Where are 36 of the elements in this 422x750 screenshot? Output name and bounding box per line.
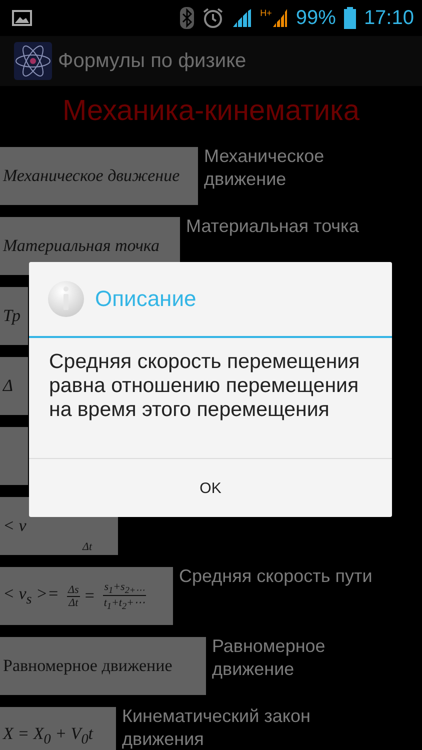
bluetooth-icon	[180, 7, 194, 29]
formula-label[interactable]: Материальная точка	[186, 215, 359, 238]
formula-text: Δt	[82, 541, 92, 553]
formula-label[interactable]: Равномерное движение	[212, 635, 352, 681]
fraction-denominator: Δt	[68, 596, 78, 608]
alarm-icon	[202, 7, 224, 29]
fraction-numerator: Δs	[67, 584, 80, 596]
equals-sign: =	[84, 586, 96, 606]
formula-label[interactable]: Средняя скорость пути	[179, 565, 372, 588]
signal-icon	[232, 8, 252, 28]
formula-text: Тр	[3, 306, 21, 326]
battery-icon	[344, 7, 356, 29]
ok-button[interactable]: OK	[29, 459, 392, 517]
formula-text: Материальная точка	[3, 236, 160, 256]
formula-text: < v	[3, 516, 26, 536]
formula-text: Равномерное движение	[3, 656, 172, 676]
formula-text: Δ	[3, 376, 13, 396]
dialog-title: Описание	[95, 286, 196, 312]
network-type: H+	[260, 8, 272, 18]
picture-icon	[12, 10, 32, 26]
formula-text: < v$_{s}$ >=	[3, 584, 59, 608]
signal-icon	[272, 8, 288, 28]
dialog-message: Средняя скорость перемещения равна отношению перемещения на время этого перемещения	[49, 350, 360, 421]
fraction-numerator: s$_{1}$+s$_{2+⋯}$	[103, 580, 146, 596]
formula-label[interactable]: Механическое движение	[204, 145, 344, 191]
battery-percent: 99%	[296, 6, 336, 30]
atom-icon	[14, 42, 52, 80]
formula-text: Механическое движение	[3, 166, 180, 186]
formula-text: X = X$_{0}$ + V$_{0}$t	[3, 724, 93, 748]
info-icon	[47, 280, 85, 318]
section-heading: Механика-кинематика	[62, 94, 360, 128]
formula-label[interactable]: Кинематический закон движения	[122, 705, 342, 750]
clock: 17:10	[364, 6, 414, 30]
fraction-denominator: t$_{1}$+t$_{2}$+⋯	[104, 596, 145, 612]
formula-image	[0, 427, 28, 485]
app-title: Формулы по физике	[58, 50, 246, 72]
